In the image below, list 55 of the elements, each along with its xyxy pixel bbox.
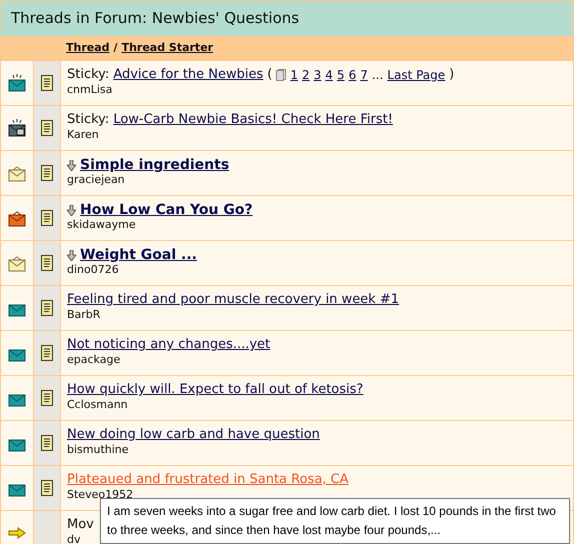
document-icon [41, 210, 53, 226]
thread-title-link[interactable]: Simple ingredients [80, 157, 230, 173]
page-link[interactable]: 5 [336, 67, 345, 83]
thread-starter-sort-link[interactable]: Thread Starter [122, 40, 214, 57]
thread-sort-link[interactable]: Thread [66, 40, 110, 57]
document-icon [41, 435, 53, 451]
envelope-icon [8, 74, 26, 92]
open-envelope-icon [8, 164, 26, 182]
thread-title-link[interactable]: Weight Goal ... [80, 247, 197, 263]
right-arrow-icon [8, 527, 26, 539]
thread-starter: Cclosmann [67, 398, 129, 412]
thread-title-link[interactable]: Not noticing any changes....yet [67, 337, 270, 353]
thread-starter: epackage [67, 353, 122, 367]
locked-envelope-icon [8, 119, 26, 137]
page-link[interactable]: 2 [302, 67, 310, 83]
thread-starter: bismuthine [67, 443, 130, 457]
thread-starter: graciejean [67, 173, 126, 187]
forum-title-bar: Threads in Forum: Newbies' Questions [1, 1, 573, 37]
thread-title: Mov [67, 517, 94, 533]
page-link[interactable]: 7 [360, 67, 368, 83]
column-separator: / [114, 40, 118, 56]
thread-title-link[interactable]: Advice for the Newbies [113, 67, 264, 83]
sticky-label: Sticky: [67, 112, 110, 128]
thread-starter: dv [67, 533, 82, 544]
multipage-icon [276, 69, 286, 81]
page-link[interactable]: 1 [290, 67, 298, 83]
thread-starter: BarbR [67, 308, 102, 322]
page-link[interactable]: 3 [314, 67, 322, 83]
thread-title-link[interactable]: New doing low carb and have question [67, 427, 320, 443]
document-icon [41, 390, 53, 406]
document-icon [41, 165, 53, 181]
thread-starter: skidawayme [67, 218, 137, 232]
thread-title-link[interactable]: How quickly will. Expect to fall out of ketosis? [67, 382, 364, 398]
document-icon [41, 345, 53, 361]
sticky-label: Sticky: [67, 67, 110, 83]
document-icon [41, 75, 53, 91]
thread-starter: dino0726 [67, 263, 120, 277]
pages-ellipsis: ... [372, 67, 384, 83]
document-icon [41, 255, 53, 271]
document-icon [41, 480, 53, 496]
thread-title-link[interactable]: How Low Can You Go? [80, 202, 253, 218]
thread-starter: Karen [67, 128, 100, 142]
pages-open-paren: ( [267, 67, 272, 83]
thread-title-link[interactable]: Feeling tired and poor muscle recovery in week #1 [67, 292, 400, 308]
page-link[interactable]: 4 [325, 67, 333, 83]
open-envelope-icon [8, 254, 26, 272]
page-link[interactable]: 6 [348, 67, 356, 83]
pages-close-paren: ) [449, 67, 454, 83]
document-icon [41, 120, 53, 136]
document-icon [41, 300, 53, 316]
thread-starter: cnmLisa [67, 83, 114, 97]
tooltip: I am seven weeks into a sugar free and low carb diet. I lost 10 pounds in the first two to three weeks, and since then have lost maybe four pounds,... [100, 498, 570, 544]
last-page-link[interactable]: Last Page [387, 67, 446, 83]
thread-title-link[interactable]: Low-Carb Newbie Basics! Check Here First! [113, 112, 393, 128]
open-envelope-icon [8, 209, 26, 227]
